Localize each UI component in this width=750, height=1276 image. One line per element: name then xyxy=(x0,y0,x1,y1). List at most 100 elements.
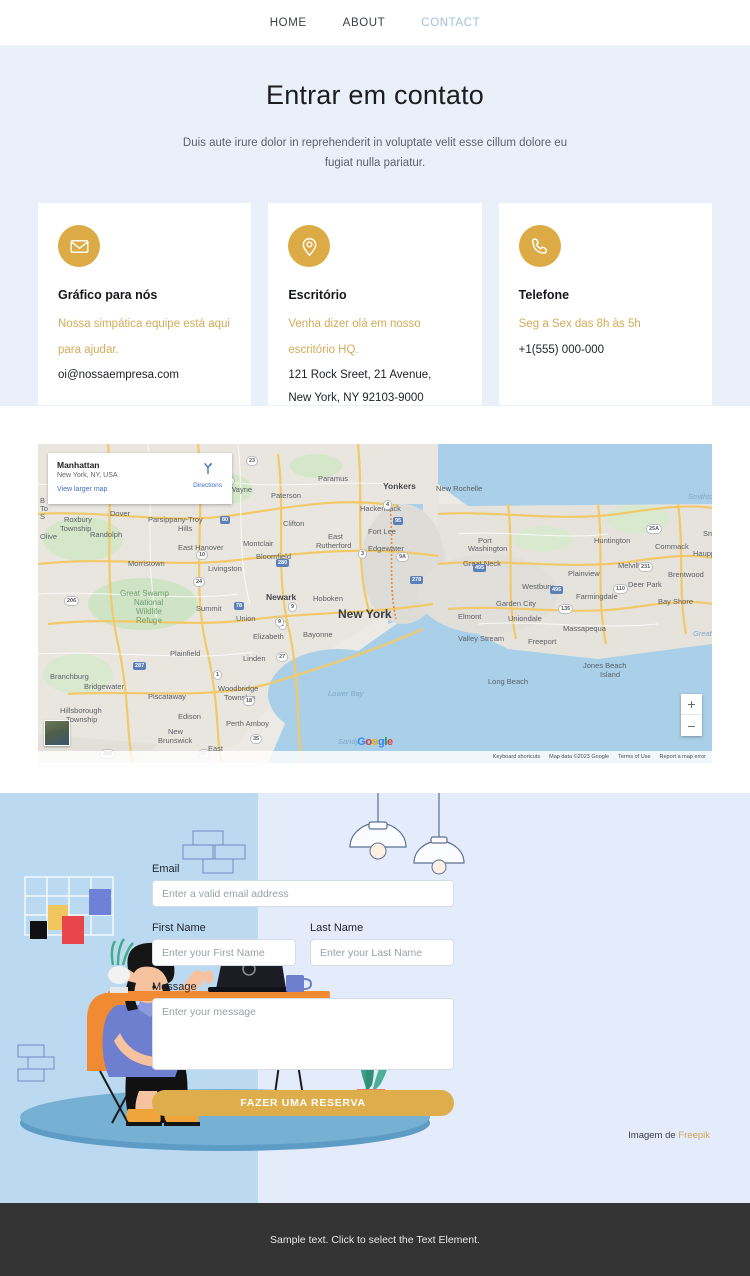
map-place-label: Elmont xyxy=(458,612,482,621)
map-place-label: Plainview xyxy=(568,569,600,578)
card-accent-line: Seg a Sex das 8h às 5h xyxy=(518,318,641,331)
map-place-label: Yonkers xyxy=(383,481,416,491)
last-name-field[interactable] xyxy=(310,939,454,966)
nav-item-home[interactable]: HOME xyxy=(270,17,307,29)
map-route-shield: 110 xyxy=(613,584,628,594)
map-place-label: Edison xyxy=(178,712,201,721)
email-field[interactable] xyxy=(152,880,454,907)
nav-item-contact[interactable]: CONTACT xyxy=(421,17,480,29)
google-logo: Google xyxy=(357,736,393,748)
footer-sample-text[interactable]: Sample text. Click to select the Text El… xyxy=(270,1234,480,1246)
map-place-label: National xyxy=(134,598,164,607)
map-route-shield: 3 xyxy=(358,549,368,559)
map-place-label: Garden City xyxy=(496,599,537,608)
map-place-label: Bridgewater xyxy=(84,682,125,691)
map-place-label: Westbury xyxy=(522,582,554,591)
art-square-black xyxy=(30,921,47,939)
submit-reservation-button[interactable]: FAZER UMA RESERVA xyxy=(152,1090,454,1116)
map-route-shield: 27 xyxy=(276,652,289,662)
image-credit-text: Imagem de xyxy=(628,1130,679,1141)
map-place-label: Morristown xyxy=(128,559,165,568)
map-data-attribution: Map data ©2023 Google xyxy=(549,754,610,760)
art-square-blue xyxy=(89,889,111,915)
freepik-link[interactable]: Freepik xyxy=(678,1130,710,1141)
map-route-shield: 287 xyxy=(133,662,147,670)
brick-decor-bottom xyxy=(17,1044,55,1082)
map-route-shield: 95 xyxy=(393,517,404,525)
directions-label: Directions xyxy=(193,482,222,489)
nav-item-about[interactable]: ABOUT xyxy=(343,17,386,29)
map-info-card[interactable]: Manhattan New York, NY, USA View larger … xyxy=(48,453,232,504)
map-place-label: Dover xyxy=(110,509,131,518)
map-place-label: Paterson xyxy=(271,491,302,500)
map-section: New York Newark Yonkers Paramus Paterson Wayn… xyxy=(0,406,750,793)
map-route-shield: 35 xyxy=(250,734,263,744)
card-title: Escritório xyxy=(288,288,347,303)
map-route-shield: 278 xyxy=(410,576,424,584)
map-place-label: Wayne xyxy=(229,485,253,494)
hero-section: Entrar em contato Duis aute irure dolor … xyxy=(0,46,750,406)
map-place-label: Bayonne xyxy=(303,630,333,639)
contact-card-email[interactable]: Gráfico para nós Nossa simpática equipe … xyxy=(38,203,252,406)
terms-of-use-link[interactable]: Terms of Use xyxy=(618,754,650,760)
map-place-label: Massapequa xyxy=(563,624,606,633)
map-place-label: East xyxy=(328,532,344,541)
card-accent-line: Nossa simpática equipe está aqui xyxy=(58,318,230,331)
map-place-label: Summit xyxy=(196,604,222,613)
map-place-label: Hillsborough xyxy=(60,706,102,715)
map-route-shield: 231 xyxy=(638,562,654,572)
map-place-label: Island xyxy=(600,670,621,679)
map-footer-bar: Keyboard shortcuts Map data ©2023 Google… xyxy=(38,751,712,763)
map-place-label: Paramus xyxy=(318,474,349,483)
map-place-label: Linden xyxy=(243,654,266,663)
map-place-label: Commack xyxy=(655,542,689,551)
image-credit: Imagem de Freepik xyxy=(628,1130,710,1141)
map-place-label: Roxbury xyxy=(64,515,92,524)
map-place-label: Freeport xyxy=(528,637,557,646)
zoom-in-button[interactable]: + xyxy=(681,694,702,715)
card-phone-value[interactable]: +1(555) 000-000 xyxy=(519,339,692,361)
directions-button[interactable]: Directions xyxy=(193,460,222,489)
card-title: Telefone xyxy=(518,288,570,303)
card-address-line2: New York, NY 92103-9000 xyxy=(288,391,424,404)
email-label: Email xyxy=(152,863,180,875)
booking-form: Email First Name Last Name Message FAZER… xyxy=(152,863,454,1116)
map-place-label: New xyxy=(168,727,184,736)
message-label: Message xyxy=(152,981,197,993)
map-place-label: Jones Beach xyxy=(583,661,627,670)
map-place-label: Plainfield xyxy=(170,649,201,658)
phone-icon xyxy=(518,225,561,268)
map-place-label: Bay Shore xyxy=(658,597,694,606)
map-place-label: Lower Bay xyxy=(328,689,364,698)
pendant-lamp-right xyxy=(413,793,465,875)
map-route-shield: 10 xyxy=(196,550,209,560)
map-route-shield: 280 xyxy=(276,559,290,567)
map-place-label: S xyxy=(40,512,46,521)
map-zoom-controls[interactable]: + − xyxy=(681,694,702,736)
map-place-label: Smithtown xyxy=(703,529,712,538)
hero-subtitle: Duis aute irure dolor in reprehenderit i… xyxy=(182,137,568,170)
card-accent-line: Venha dizer olá em nosso xyxy=(288,318,421,331)
google-map[interactable]: New York Newark Yonkers Paramus Paterson Wayn… xyxy=(38,444,712,763)
page-root: HOME ABOUT CONTACT Entrar em contato Dui… xyxy=(0,0,750,1276)
map-place-label: Washington xyxy=(468,544,508,553)
card-email-value[interactable]: oi@nossaempresa.com xyxy=(58,364,231,386)
map-route-shield: 24 xyxy=(193,577,206,587)
message-field[interactable] xyxy=(152,998,454,1070)
card-address-line1: 121 Rock Sreet, 21 Avenue, xyxy=(288,369,432,382)
map-route-shield: 80 xyxy=(220,516,231,524)
contact-card-phone[interactable]: Telefone Seg a Sex das 8h às 5h +1(555) … xyxy=(498,203,712,406)
map-route-shield: 9 xyxy=(275,617,285,627)
map-place-label: Olive xyxy=(40,532,58,541)
report-map-error-link[interactable]: Report a map error xyxy=(660,754,706,760)
zoom-out-button[interactable]: − xyxy=(681,715,702,736)
card-title: Gráfico para nós xyxy=(58,288,158,303)
map-place-label: Valley Stream xyxy=(458,634,505,643)
satellite-thumbnail[interactable] xyxy=(44,720,70,746)
map-place-label: New Rochelle xyxy=(436,484,483,493)
map-place-label: Hackensack xyxy=(360,504,401,513)
first-name-field[interactable] xyxy=(152,939,296,966)
map-place-label: Deer Park xyxy=(628,580,662,589)
keyboard-shortcuts-link[interactable]: Keyboard shortcuts xyxy=(493,754,540,760)
contact-card-office[interactable]: Escritório Venha dizer olá em nosso escr… xyxy=(268,203,482,406)
